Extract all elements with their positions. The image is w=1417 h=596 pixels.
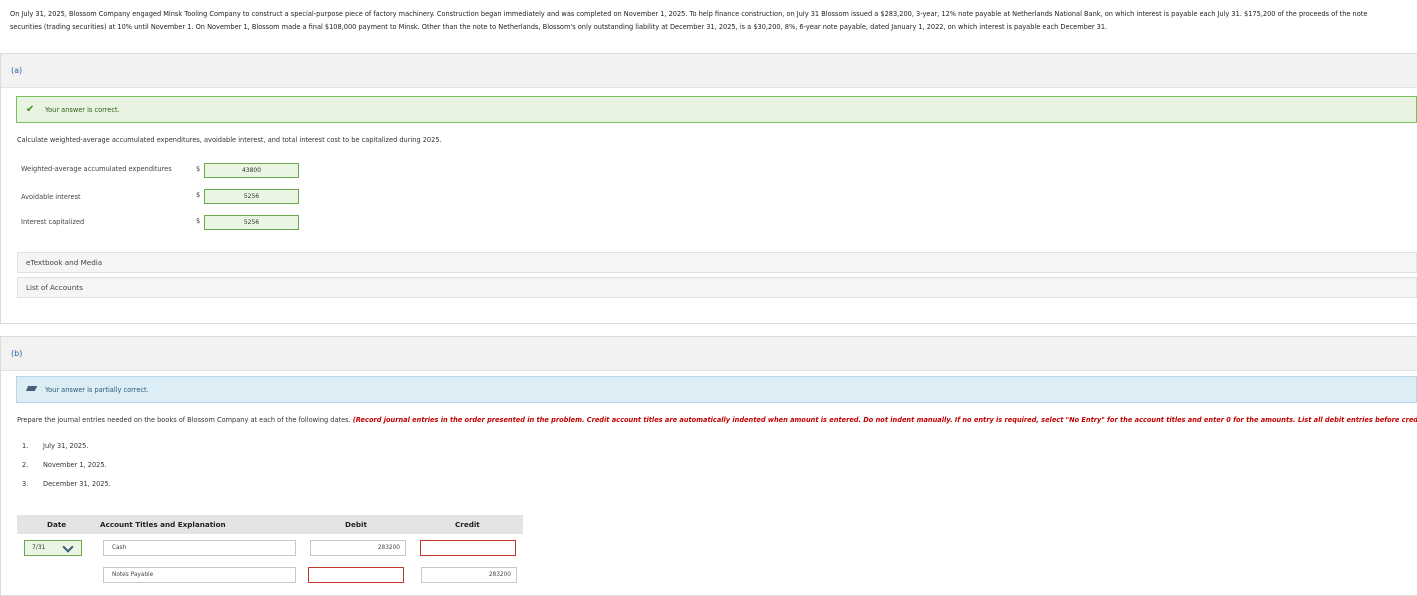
date-list-number: 2. [22,461,29,469]
part-a-instruction: Calculate weighted-average accumulated e… [17,136,442,144]
currency-symbol: $ [196,217,201,225]
credit-input-2[interactable]: 283200 [421,567,517,583]
debit-column-header: Debit [345,520,367,529]
problem-statement: On July 31, 2025, Blossom Company engage… [10,8,1417,33]
part-a-status-banner: ✔ Your answer is correct. [16,96,1417,123]
list-of-accounts-link[interactable]: List of Accounts [17,277,1417,298]
journal-table-header: Date Account Titles and Explanation Debi… [17,515,523,534]
weighted-average-label: Weighted-average accumulated expenditure… [21,165,172,173]
date-list-number: 3. [22,480,29,488]
problem-line-2: securities (trading securities) at 10% u… [10,22,1108,31]
interest-capitalized-input[interactable]: 5256 [204,215,299,230]
currency-symbol: $ [196,165,201,173]
date-list-item: December 31, 2025. [43,480,111,488]
interest-capitalized-label: Interest capitalized [21,218,85,226]
date-list-item: November 1, 2025. [43,461,107,469]
account-column-header: Account Titles and Explanation [100,520,226,529]
pencil-icon [25,386,38,391]
part-b-status-banner: Your answer is partially correct. [16,376,1417,403]
part-b-instruction-note: (Record journal entries in the order pre… [352,416,1417,424]
part-b-instruction: Prepare the journal entries needed on th… [17,416,1417,424]
part-a-status-text: Your answer is correct. [45,106,120,114]
chevron-down-icon [62,541,74,553]
part-b-instruction-text: Prepare the journal entries needed on th… [17,416,351,424]
date-dropdown-value: 7/31 [32,544,46,551]
date-dropdown[interactable]: 7/31 [24,540,82,556]
credit-column-header: Credit [455,520,480,529]
debit-input-1[interactable]: 283200 [310,540,406,556]
part-b-label: (b) [1,337,1417,371]
credit-input-1[interactable] [420,540,516,556]
weighted-average-input[interactable]: 43800 [204,163,299,178]
account-title-input-1[interactable]: Cash [103,540,296,556]
checkmark-icon: ✔ [26,104,35,115]
avoidable-interest-label: Avoidable interest [21,193,81,201]
problem-line-1: On July 31, 2025, Blossom Company engage… [10,10,1368,18]
date-list-number: 1. [22,442,29,450]
account-title-input-2[interactable]: Notes Payable [103,567,296,583]
part-b-panel: (b) [0,336,1417,596]
avoidable-interest-input[interactable]: 5256 [204,189,299,204]
part-b-status-text: Your answer is partially correct. [45,386,149,394]
currency-symbol: $ [196,191,201,199]
date-list-item: July 31, 2025. [43,442,89,450]
debit-input-2[interactable] [308,567,404,583]
date-column-header: Date [47,520,67,529]
part-a-label: (a) [1,54,1417,88]
etextbook-link[interactable]: eTextbook and Media [17,252,1417,273]
